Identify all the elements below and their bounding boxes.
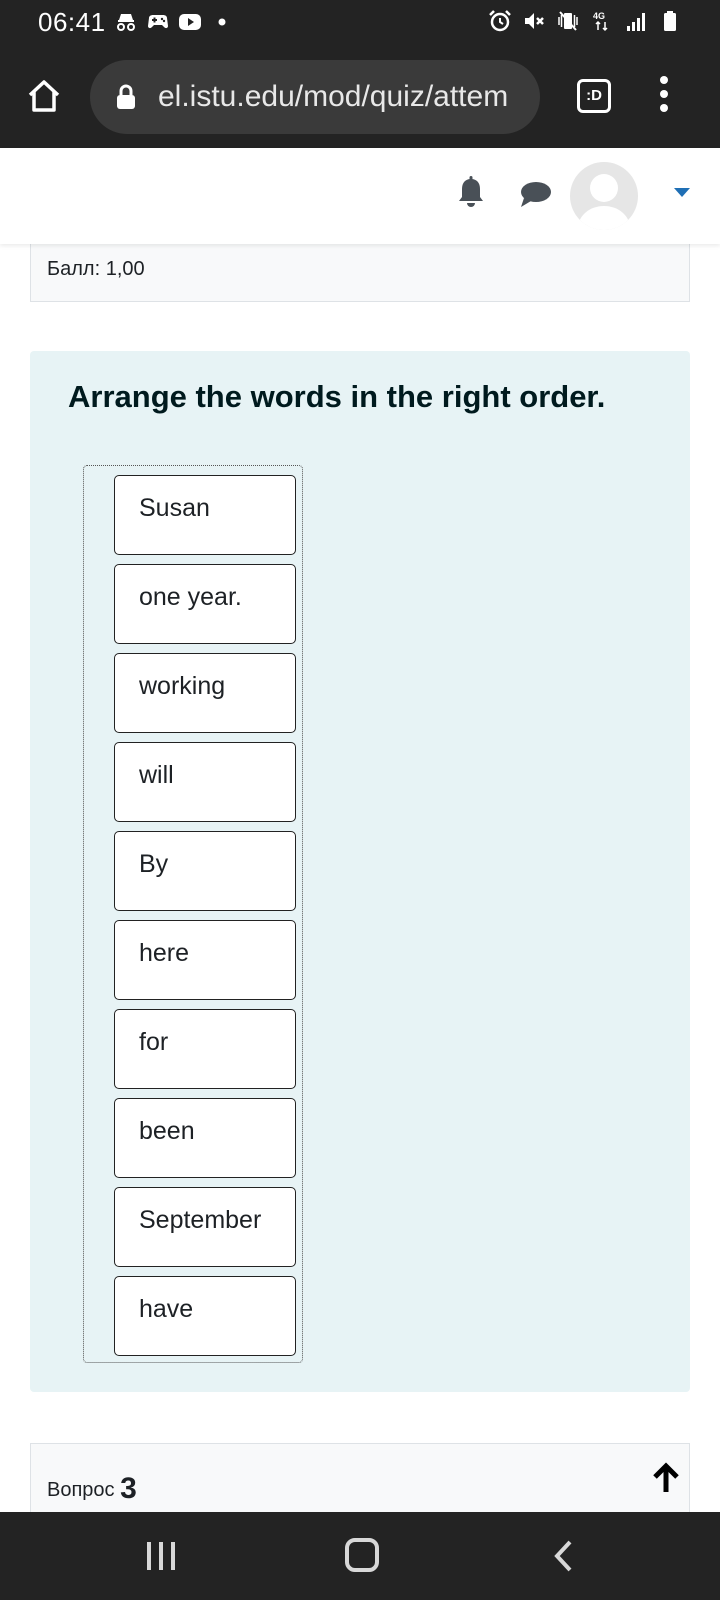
url-text[interactable]: el.istu.edu/mod/quiz/attem [158,80,508,114]
status-left-icons [114,10,234,34]
ordering-item[interactable]: been [114,1098,296,1178]
ordering-item[interactable]: By [114,831,296,911]
browser-toolbar: el.istu.edu/mod/quiz/attem :D [0,44,720,148]
status-time: 06:41 [38,7,106,37]
recent-apps-icon[interactable] [145,1540,177,1572]
ordering-item[interactable]: September [114,1187,296,1267]
ordering-item[interactable]: have [114,1276,296,1356]
user-silhouette-icon [578,174,630,230]
ordering-item[interactable]: for [114,1009,296,1089]
battery-icon [664,11,676,31]
svg-text:4G: 4G [593,11,605,21]
system-nav-bar [0,1512,720,1600]
ordering-item-label: September [139,1206,262,1234]
back-icon[interactable] [552,1538,574,1574]
ordering-item-label: been [139,1117,195,1145]
ordering-item-label: for [139,1028,169,1056]
lock-icon [117,84,135,109]
question-number: 3 [120,1472,137,1505]
home-button-icon[interactable] [345,1538,379,1572]
avatar[interactable] [570,162,638,230]
ordering-item-label: have [139,1295,194,1323]
home-icon[interactable] [24,76,64,116]
address-bar[interactable]: el.istu.edu/mod/quiz/attem [90,60,540,134]
alarm-icon [489,10,511,32]
chat-icon[interactable] [518,178,554,210]
vibrate-icon [558,11,578,31]
ordering-item-label: one year. [139,583,242,611]
dot-icon [218,18,226,26]
ordering-item-label: will [139,761,174,789]
ordering-item[interactable]: Susan [114,475,296,555]
ordering-item-label: Susan [139,494,210,522]
signal-icon [627,13,645,31]
question-text: Arrange the words in the right order. [68,379,606,414]
status-right-icons: 4G [488,9,682,33]
ordering-list: Susan one year. working will By here for… [83,465,303,1363]
ordering-item[interactable]: will [114,742,296,822]
ordering-item-label: working [139,672,226,700]
question-label: Вопрос [47,1479,115,1501]
ordering-item[interactable]: one year. [114,564,296,644]
ordering-item[interactable]: working [114,653,296,733]
youtube-icon [179,14,201,30]
game-controller-icon [148,15,168,29]
network-4g-icon: 4G [593,11,608,32]
caret-down-icon[interactable] [674,188,690,197]
ordering-item[interactable]: here [114,920,296,1000]
bell-icon[interactable] [455,176,487,210]
score-label: Балл: 1,00 [47,258,145,280]
arrow-up-icon[interactable] [651,1462,681,1494]
more-menu-icon[interactable] [654,76,674,116]
ordering-item-label: here [139,939,190,967]
tab-switcher-button[interactable]: :D [577,79,611,113]
question-number-label: Вопрос 3 [47,1470,137,1505]
mute-icon [525,13,544,29]
ordering-item-label: By [139,850,169,878]
status-bar: 06:41 4G [0,0,720,44]
question-content: Arrange the words in the right order. Su… [30,351,690,1392]
next-question-header: Вопрос 3 [30,1443,690,1513]
incognito-icon [117,14,135,31]
